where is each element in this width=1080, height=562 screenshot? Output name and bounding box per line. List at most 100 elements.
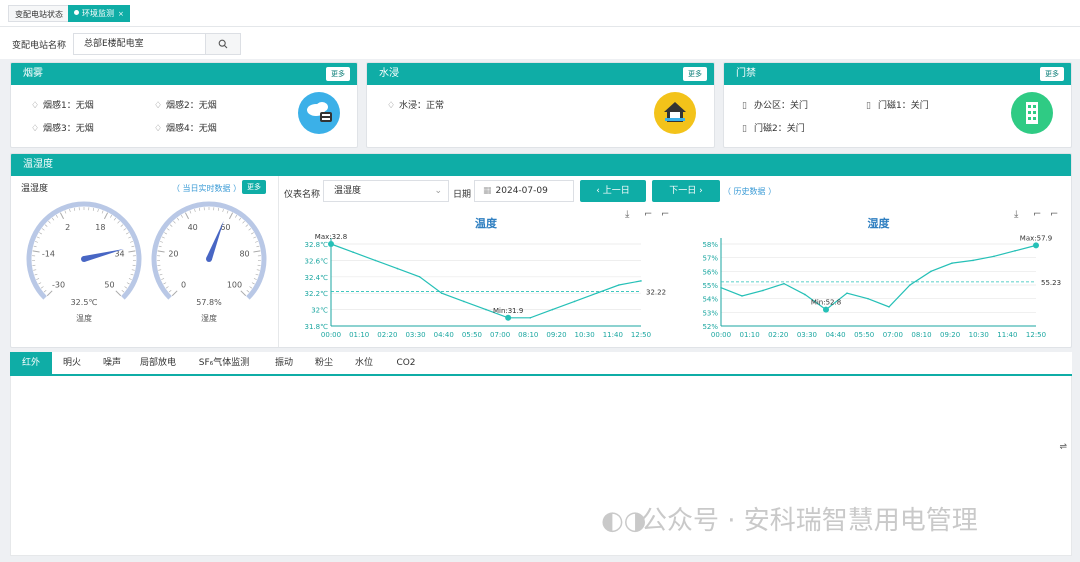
date-input[interactable]: ▦ 2024-07-09 [474,180,574,202]
station-label: 变配电站名称 [12,41,67,51]
gauge-tick-label: 20 [168,249,178,258]
water-card: 水浸 更多 ♢ 水浸：正常 [366,62,715,148]
sensor-tab[interactable]: 局部放电 [132,352,184,374]
card-title: 水浸 [379,68,399,79]
x-tick-label: 11:40 [997,331,1017,339]
gauge-tick [165,286,169,289]
sensor-tab[interactable]: 水位 [344,352,384,374]
series-point [1014,250,1016,252]
gauge-tick-label: 40 [188,223,198,232]
active-dot-icon [74,10,79,15]
gauge-tick [128,236,132,239]
gauge-tick-label: 2 [65,223,70,232]
more-button[interactable]: 更多 [1040,67,1064,81]
gauge-tick [238,217,242,221]
sensor-tab[interactable]: SF₆气体监测 [184,352,264,374]
gauge-hub [206,256,212,262]
x-tick-label: 07:00 [490,331,510,339]
tab-station-status[interactable]: 变配电站状态 [8,5,70,22]
sensor-item: ♢ 水浸：正常 [387,101,445,111]
x-tick-label: 01:10 [349,331,369,339]
gauge-tick [55,214,58,218]
gauge-tick-label: 50 [104,280,114,289]
x-tick-label: 08:10 [911,331,931,339]
gauge-tick [256,245,260,248]
gauge-value: 57.8% [196,298,222,307]
series-point [352,251,354,253]
sensor-tab-bar: 红外 明火 噪声 局部放电 SF₆气体监测 振动 粉尘 水位 CO2 [10,352,1072,376]
min-marker [505,314,512,321]
gauge-tick [217,207,220,211]
series-point [595,292,598,294]
series-point [396,267,399,270]
door-icon: ▯ [866,101,871,111]
max-marker [1033,242,1039,249]
divider [278,176,279,347]
series-point [485,308,487,311]
y-tick-label: 55% [702,282,718,290]
gauge-tick [128,278,132,280]
sensor-tab[interactable]: 振动 [264,352,304,374]
gauge-tick [253,236,257,239]
close-icon[interactable]: × [118,10,124,18]
smoke-card: 烟雾 更多 ♢ 烟感1：无烟 ♢ 烟感2：无烟 ♢ 烟感3：无烟 ♢ 烟感4：无烟 [10,62,358,148]
gauge-tick [157,250,165,253]
series-point [741,295,743,297]
gauge-tick-label: 18 [95,223,105,232]
gauge-tick [69,208,71,213]
next-day-button[interactable]: 下一日 › [652,180,720,202]
gauge-tick [248,228,252,231]
gauge-tick [59,212,65,220]
sensor-tab[interactable]: CO2 [384,352,428,374]
gauge-tick [164,232,167,235]
series-point [993,255,995,258]
gauge-section-title: 温湿度 [21,184,49,194]
more-button[interactable]: 更多 [326,67,350,81]
gauge-tick [189,210,192,214]
gauge-tick [245,224,249,227]
station-input[interactable]: 总部E楼配电室 [73,33,205,55]
gauge-tick [36,278,40,280]
gauge-tick [176,217,180,221]
sensor-tab[interactable]: 红外 [10,352,52,374]
more-button[interactable]: 更多 [683,67,707,81]
settings-icon[interactable]: ⇌ [1059,442,1067,452]
gauge-tick [131,269,135,271]
realtime-link[interactable]: （ 当日实时数据 ） [172,183,241,194]
y-tick-label: 58% [702,241,718,249]
gauge-tick [32,250,40,253]
prev-day-button[interactable]: ‹ 上一日 [580,180,646,202]
meter-label: 仪表名称 [284,190,321,200]
gauge-more-button[interactable]: 更多 [242,180,266,194]
gauge-tick [198,207,201,211]
x-tick-label: 09:20 [546,331,566,339]
sensor-tab[interactable]: 噪声 [92,352,132,374]
tab-env-monitor[interactable]: 环境监测 × [68,5,130,22]
sensor-tab[interactable]: 明火 [52,352,92,374]
min-label: Min:52.8 [811,299,841,307]
x-tick-label: 03:30 [405,331,425,339]
gauge-tick [33,245,37,248]
gauge-tick [180,214,183,218]
x-tick-label: 01:10 [740,331,760,339]
x-tick-label: 00:00 [321,331,341,339]
series-point [909,284,911,286]
chart-title: 温度 [475,216,498,230]
search-button[interactable] [205,33,241,55]
gauge-tick [184,212,190,220]
gauge-tick [120,224,124,227]
tab-label: 变配电站状态 [15,10,63,19]
gauge-tick [173,220,176,224]
series-point [783,282,785,285]
x-tick-label: 07:00 [883,331,903,339]
gauge-tick [36,236,40,239]
door-icon: ▯ [742,124,747,134]
gauge-hub [81,256,87,262]
max-label: Max:57.9 [1020,234,1052,242]
sensor-tab[interactable]: 粉尘 [304,352,344,374]
meter-select[interactable]: 温湿度 ⌄ [323,180,449,202]
series-point [374,259,377,262]
x-tick-label: 12:50 [631,331,651,339]
gauge-tick [115,290,122,297]
history-link[interactable]: （ 历史数据 ） [723,186,776,197]
